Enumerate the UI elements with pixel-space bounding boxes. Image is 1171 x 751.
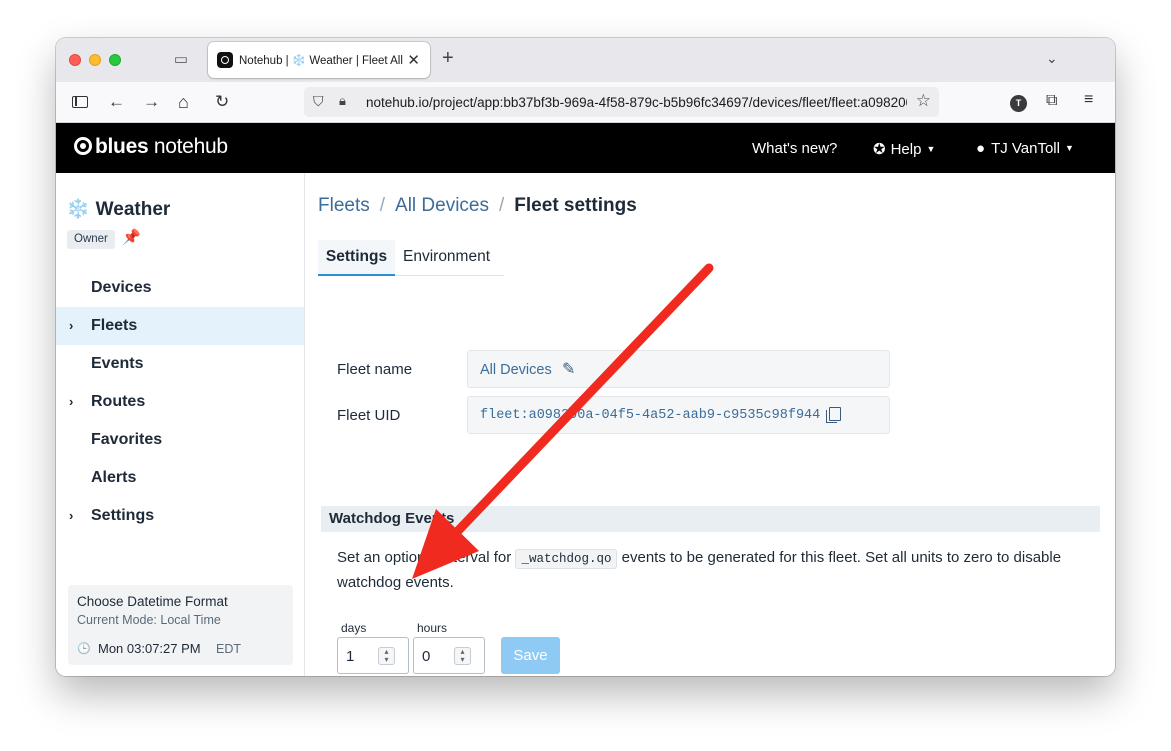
user-menu[interactable]: ● TJ VanToll ▼: [976, 140, 1074, 157]
lock-icon[interactable]: 🔒︎: [339, 93, 346, 109]
sidebar-item-devices[interactable]: Devices: [56, 269, 304, 307]
browser-window: ▭ Notehub | ❄️ Weather | Fleet All Devic…: [56, 38, 1115, 676]
save-button[interactable]: Save: [501, 637, 560, 674]
blues-notehub-logo[interactable]: blues notehub: [74, 135, 228, 159]
sidebar-item-routes[interactable]: › Routes: [56, 383, 304, 421]
minimize-window-button[interactable]: [89, 54, 101, 66]
settings-tabs: Settings Environment: [318, 240, 504, 276]
clock-icon: 🕒: [77, 643, 91, 655]
bookmark-star-icon[interactable]: ☆: [916, 91, 931, 111]
app-menu-icon[interactable]: ≡: [1084, 91, 1093, 109]
caret-down-icon: ▼: [926, 144, 936, 154]
close-tab-icon[interactable]: ✕: [407, 51, 420, 69]
sidebar-toggle-icon[interactable]: [72, 96, 88, 108]
sidebar-item-alerts[interactable]: Alerts: [56, 459, 304, 497]
tab-strip: ▭ Notehub | ❄️ Weather | Fleet All Devic…: [56, 38, 1115, 82]
home-icon[interactable]: ⌂: [178, 92, 189, 112]
list-all-tabs-icon[interactable]: ⌄: [1046, 50, 1058, 67]
breadcrumb-separator: /: [379, 195, 386, 216]
page-title: Fleet settings: [514, 195, 637, 216]
chevron-right-icon: ›: [69, 508, 74, 523]
snowflake-icon: ❄️: [66, 199, 90, 220]
datetime-current-mode: Current Mode: Local Time: [77, 613, 221, 627]
hours-value[interactable]: 0: [422, 648, 430, 665]
close-window-button[interactable]: [69, 54, 81, 66]
hours-stepper[interactable]: 0 ▴ ▾: [413, 637, 485, 674]
fleet-uid-field: fleet:a098200a-04f5-4a52-aab9-c9535c98f9…: [467, 396, 890, 434]
stepper-arrows-icon[interactable]: ▴ ▾: [378, 647, 395, 665]
tab-environment[interactable]: Environment: [403, 240, 490, 276]
forward-icon[interactable]: →: [143, 92, 160, 112]
watchdog-description: Set an optional interval for _watchdog.q…: [337, 549, 1062, 591]
url-bar[interactable]: ⛉ 🔒︎ notehub.io/project/app:bb37bf3b-969…: [304, 87, 939, 117]
datetime-format-panel[interactable]: Choose Datetime Format Current Mode: Loc…: [68, 585, 293, 665]
user-avatar-icon: ●: [976, 140, 986, 157]
back-icon[interactable]: ←: [108, 92, 125, 112]
help-icon: ✪: [873, 141, 886, 158]
caret-down-icon: ▼: [1064, 143, 1074, 153]
breadcrumb-fleets-link[interactable]: Fleets: [318, 195, 370, 216]
hours-label: hours: [417, 621, 448, 635]
tab-settings[interactable]: Settings: [318, 240, 395, 276]
timezone-label: EDT: [216, 642, 241, 656]
blues-logo-icon: [74, 137, 92, 155]
breadcrumb: Fleets / All Devices / Fleet settings: [318, 195, 637, 217]
fleet-uid-value: fleet:a098200a-04f5-4a52-aab9-c9535c98f9…: [480, 408, 821, 423]
sidebar-item-settings[interactable]: › Settings: [56, 497, 304, 535]
breadcrumb-separator: /: [499, 195, 505, 216]
datetime-format-title[interactable]: Choose Datetime Format: [77, 594, 228, 609]
tab-groups-icon[interactable]: ▭: [172, 51, 190, 69]
watchdog-code: _watchdog.qo: [515, 549, 618, 569]
navigation-bar: ← → ⌂ ↻ ⛉ 🔒︎ notehub.io/project/app:bb37…: [56, 82, 1115, 123]
pin-icon[interactable]: 📌: [122, 228, 141, 246]
copy-icon[interactable]: [826, 407, 841, 423]
fleet-uid-label: Fleet UID: [337, 407, 401, 424]
project-title: ❄️ Weather: [66, 199, 171, 220]
chevron-right-icon: ›: [69, 394, 74, 409]
watchdog-events-heading: Watchdog Events: [321, 506, 1100, 532]
sidebar-item-events[interactable]: Events: [56, 345, 304, 383]
url-text[interactable]: notehub.io/project/app:bb37bf3b-969a-4f5…: [366, 95, 907, 110]
breadcrumb-all-devices-link[interactable]: All Devices: [395, 195, 489, 216]
fleet-name-value: All Devices: [480, 362, 552, 378]
chevron-right-icon: ›: [69, 318, 74, 333]
days-value[interactable]: 1: [346, 648, 354, 665]
sidebar-item-favorites[interactable]: Favorites: [56, 421, 304, 459]
reload-icon[interactable]: ↻: [215, 92, 229, 112]
whats-new-link[interactable]: What's new?: [752, 140, 837, 157]
main-content: Fleets / All Devices / Fleet settings Settin…: [306, 173, 1115, 676]
help-menu[interactable]: ✪ Help ▼: [873, 140, 935, 158]
sidebar-item-fleets[interactable]: › Fleets: [56, 307, 304, 345]
current-time: Mon 03:07:27 PM: [98, 641, 201, 656]
tab-title: Notehub | ❄️ Weather | Fleet All Devices: [239, 55, 407, 67]
account-avatar-icon[interactable]: T: [1010, 95, 1027, 112]
zoom-window-button[interactable]: [109, 54, 121, 66]
app-header: blues notehub What's new? ✪ Help ▼ ● TJ Van…: [56, 123, 1115, 173]
fleet-name-field[interactable]: All Devices ✎: [467, 350, 890, 388]
browser-tab[interactable]: Notehub | ❄️ Weather | Fleet All Devices…: [208, 42, 430, 78]
fleet-name-label: Fleet name: [337, 361, 413, 378]
owner-badge: Owner: [67, 230, 115, 249]
pencil-edit-icon[interactable]: ✎: [562, 359, 575, 379]
extensions-icon[interactable]: ⧉: [1046, 92, 1057, 110]
days-label: days: [341, 621, 367, 635]
notehub-favicon-icon: [217, 52, 233, 68]
new-tab-button[interactable]: +: [442, 47, 454, 70]
days-stepper[interactable]: 1 ▴ ▾: [337, 637, 409, 674]
project-sidebar: ❄️ Weather Owner 📌 Devices › Fleets Events…: [56, 173, 305, 676]
stepper-arrows-icon[interactable]: ▴ ▾: [454, 647, 471, 665]
tracking-shield-icon[interactable]: ⛉: [313, 93, 324, 110]
